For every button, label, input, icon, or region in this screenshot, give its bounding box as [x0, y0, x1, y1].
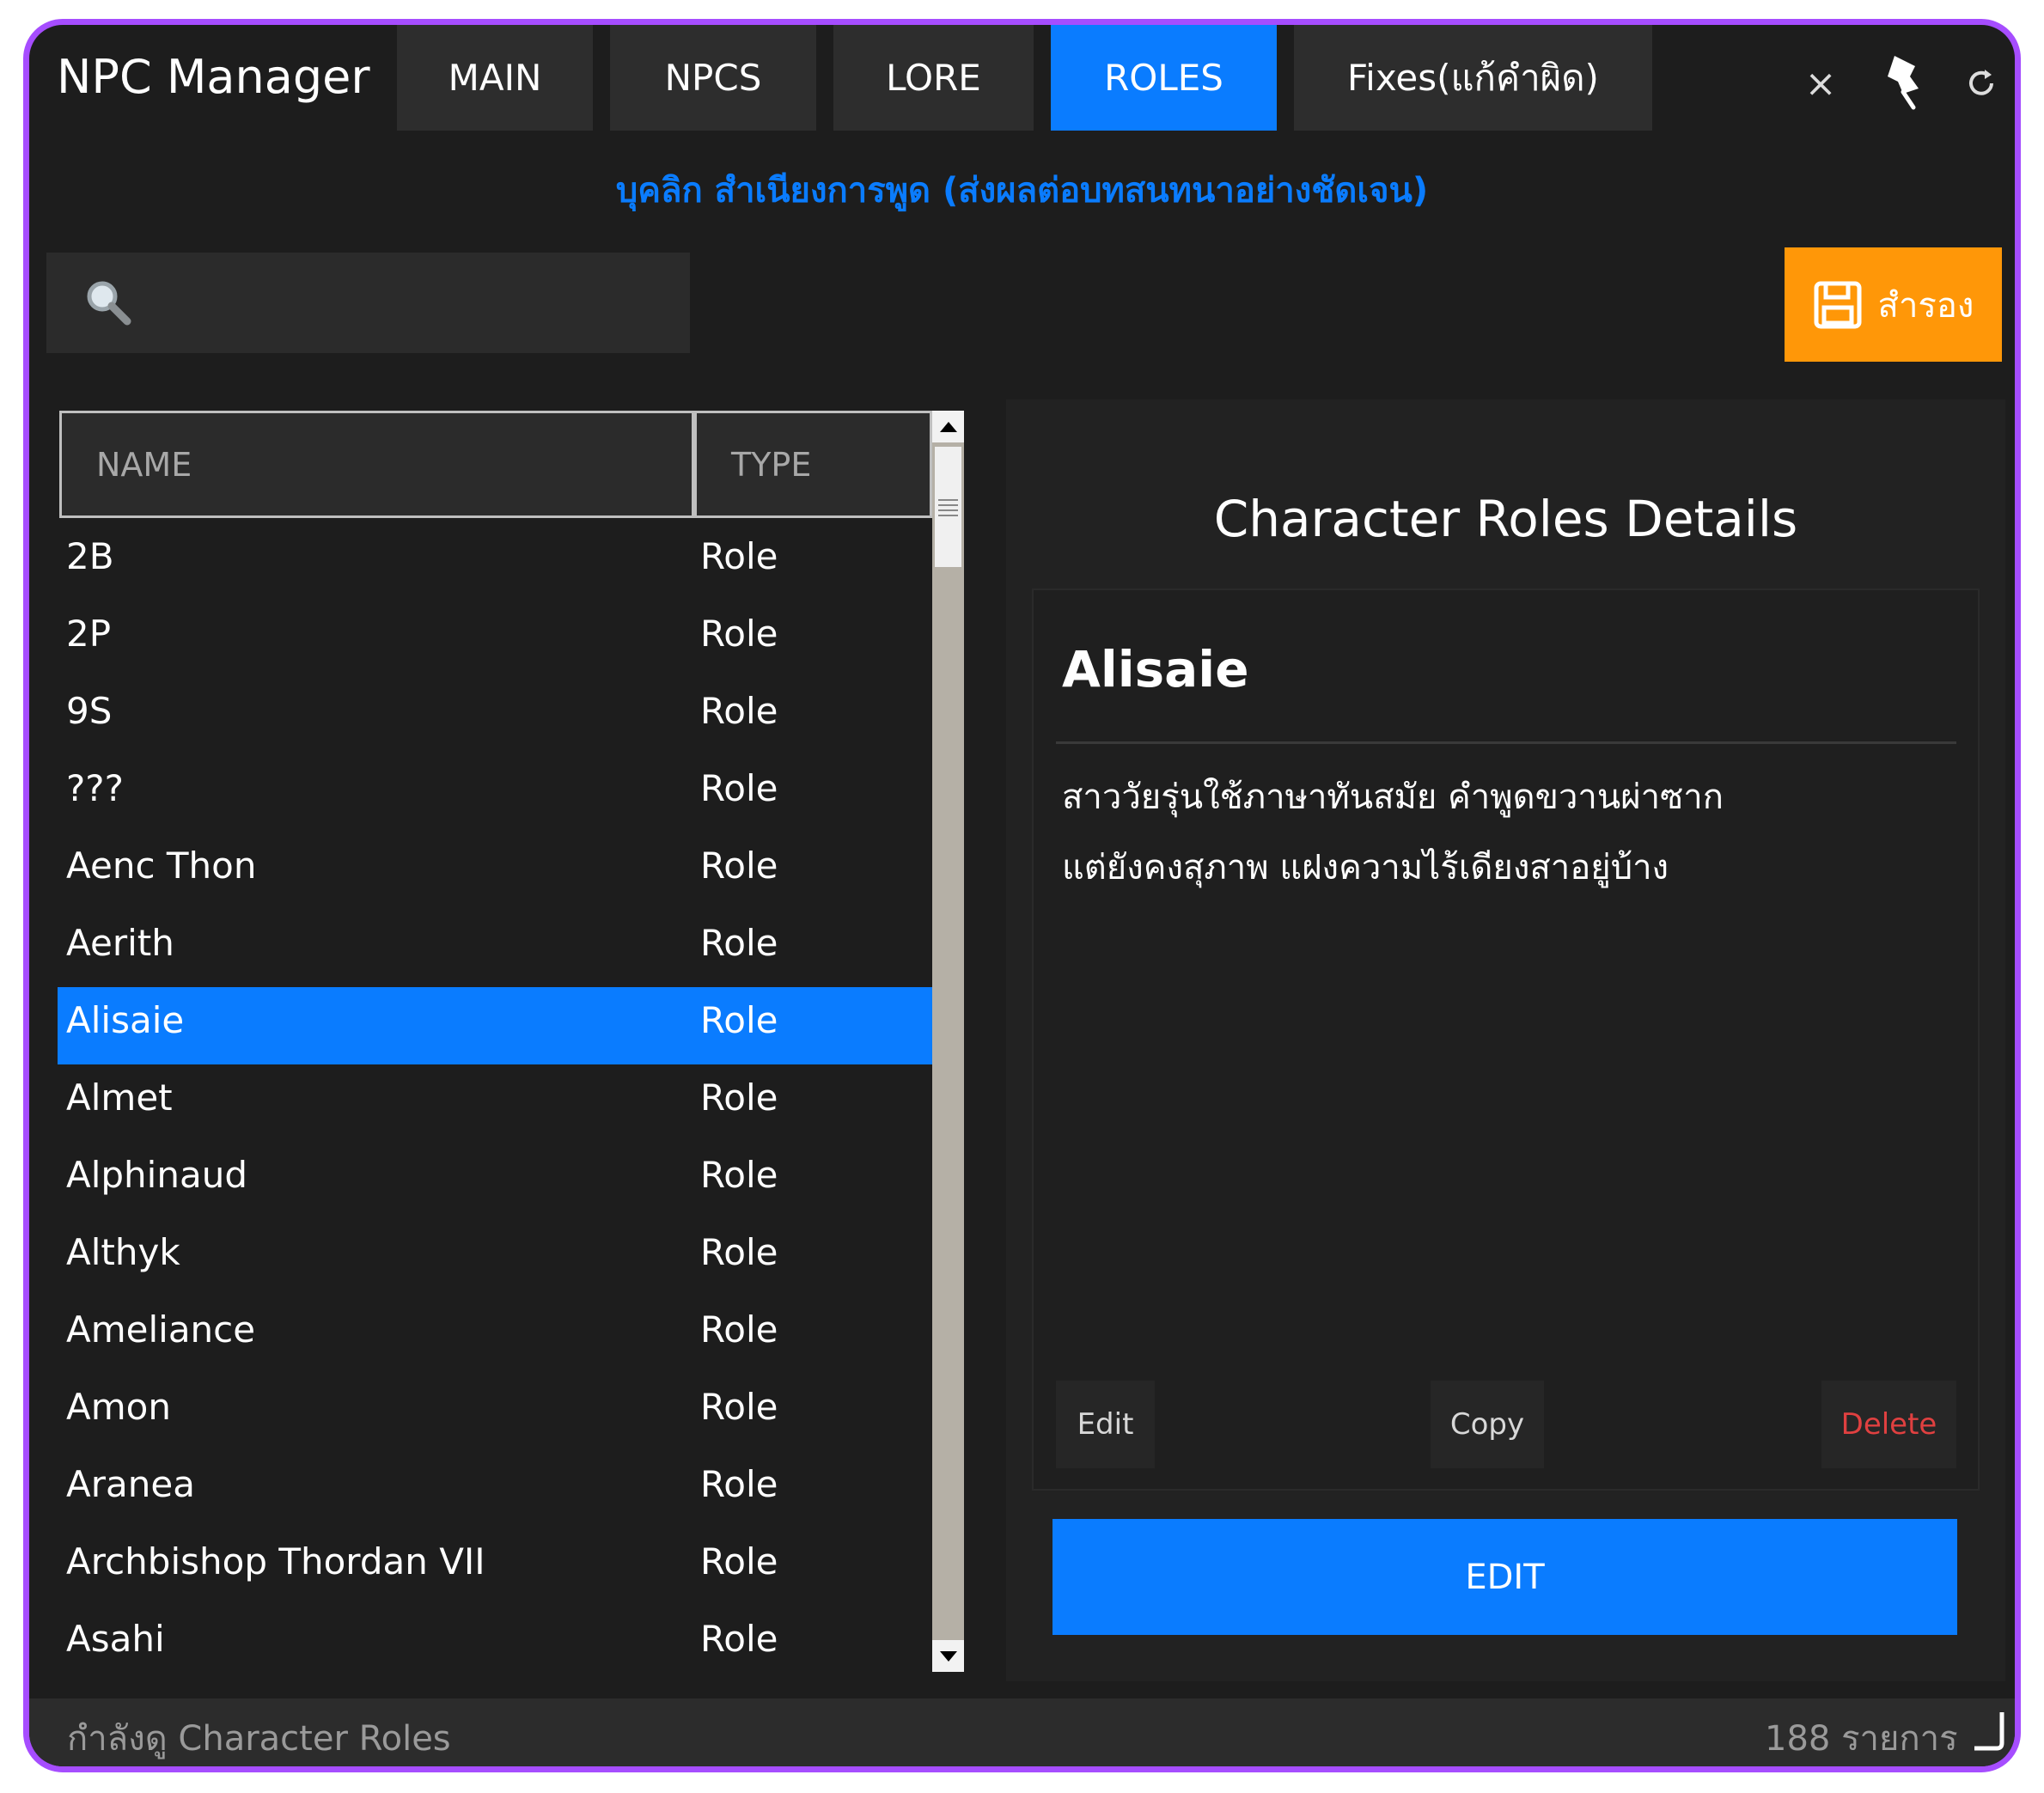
item-count: 188 รายการ — [1765, 1719, 1958, 1759]
row-type: Role — [700, 690, 778, 732]
row-name: Ameliance — [66, 1308, 256, 1351]
table-row[interactable]: ??? Role — [58, 755, 932, 832]
tab-main[interactable]: MAIN — [397, 25, 593, 131]
row-type: Role — [700, 845, 778, 887]
row-type: Role — [700, 1231, 778, 1273]
row-name: Alphinaud — [66, 1154, 247, 1196]
edit-button[interactable]: EDIT — [1053, 1519, 1957, 1635]
row-name: 2P — [66, 613, 112, 655]
row-type: Role — [700, 1308, 778, 1351]
table-row[interactable]: 2B Role — [58, 523, 932, 601]
table-row[interactable]: Aerith Role — [58, 910, 932, 987]
row-name: Aenc Thon — [66, 845, 257, 887]
details-title: Character Roles Details — [1213, 490, 1798, 548]
resize-grip-icon[interactable] — [1969, 1709, 2007, 1752]
refresh-button[interactable] — [1957, 59, 2005, 107]
table-row[interactable]: Ameliance Role — [58, 1296, 932, 1374]
row-type: Role — [700, 1618, 778, 1660]
row-name: Althyk — [66, 1231, 180, 1273]
card-edit-button[interactable]: Edit — [1056, 1381, 1155, 1468]
row-name: Amon — [66, 1386, 171, 1428]
table-row[interactable]: Aranea Role — [58, 1451, 932, 1528]
page-subtitle: บุคลิก สำเนียงการพูด (ส่งผลต่อบทสนทนาอย่… — [615, 171, 1429, 210]
search-icon — [87, 281, 131, 326]
column-header-type[interactable]: TYPE — [694, 411, 932, 518]
details-panel: Character Roles Details Alisaie สาววัยรุ… — [1006, 399, 2005, 1681]
table-row[interactable]: Almet Role — [58, 1064, 932, 1142]
row-type: Role — [700, 1386, 778, 1428]
table-row[interactable]: 9S Role — [58, 678, 932, 755]
save-icon — [1814, 281, 1862, 328]
tab-npcs[interactable]: NPCS — [610, 25, 816, 131]
scroll-thumb[interactable] — [935, 447, 961, 567]
status-text: กำลังดู Character Roles — [67, 1719, 451, 1759]
status-bar: กำลังดู Character Roles 188 รายการ — [29, 1698, 2015, 1766]
role-card: Alisaie สาววัยรุ่นใช้ภาษาทันสมัย คำพูดขว… — [1032, 589, 1980, 1491]
row-type: Role — [700, 613, 778, 655]
row-type: Role — [700, 999, 778, 1041]
role-description-line: สาววัยรุ่นใช้ภาษาทันสมัย คำพูดขวานผ่าซาก — [1062, 778, 1724, 817]
table-row[interactable]: Althyk Role — [58, 1219, 932, 1296]
row-type: Role — [700, 1463, 778, 1505]
grip-icon — [938, 499, 958, 516]
role-description-line: แต่ยังคงสุภาพ แฝงความไร้เดียงสาอยู่บ้าง — [1062, 848, 1669, 887]
row-type: Role — [700, 1076, 778, 1119]
row-name: Almet — [66, 1076, 173, 1119]
column-header-name[interactable]: NAME — [59, 411, 694, 518]
row-name: Asahi — [66, 1618, 165, 1660]
table-row[interactable]: Asahi Role — [58, 1606, 932, 1666]
table-row[interactable]: Archbishop Thordan VII Role — [58, 1528, 932, 1606]
tab-roles[interactable]: ROLES — [1051, 25, 1277, 131]
tab-fixes[interactable]: Fixes(แก้คำผิด) — [1294, 25, 1652, 131]
row-type: Role — [700, 1154, 778, 1196]
role-description: สาววัยรุ่นใช้ภาษาทันสมัย คำพูดขวานผ่าซาก… — [1062, 762, 1938, 903]
row-name: 2B — [66, 535, 114, 577]
row-type: Role — [700, 922, 778, 964]
row-name: 9S — [66, 690, 113, 732]
table-row[interactable]: Alphinaud Role — [58, 1142, 932, 1219]
scroll-up-button[interactable] — [932, 411, 964, 442]
roles-list: 2B Role 2P Role 9S Role ??? Role Aenc Thon Ro… — [58, 523, 932, 1666]
npc-manager-window: NPC Manager MAIN NPCS LORE ROLES Fixes(แ… — [23, 19, 2021, 1772]
list-scrollbar[interactable] — [932, 411, 964, 1672]
row-name: Archbishop Thordan VII — [66, 1540, 485, 1583]
backup-button[interactable]: สำรอง — [1785, 247, 2002, 362]
table-row-selected[interactable]: Alisaie Role — [58, 987, 932, 1064]
backup-button-label: สำรอง — [1877, 285, 1974, 326]
arrow-up-icon — [939, 421, 957, 432]
row-type: Role — [700, 535, 778, 577]
card-divider — [1056, 741, 1956, 744]
scroll-down-button[interactable] — [932, 1640, 964, 1672]
close-button[interactable]: × — [1795, 58, 1846, 109]
table-row[interactable]: 2P Role — [58, 601, 932, 678]
app-title: NPC Manager — [57, 50, 370, 104]
row-name: Alisaie — [66, 999, 185, 1041]
role-name: Alisaie — [1062, 640, 1249, 698]
row-name: ??? — [66, 767, 124, 809]
table-row[interactable]: Amon Role — [58, 1374, 932, 1451]
row-name: Aerith — [66, 922, 174, 964]
refresh-icon — [1969, 70, 1993, 95]
row-type: Role — [700, 1540, 778, 1583]
card-copy-button[interactable]: Copy — [1431, 1381, 1544, 1468]
row-type: Role — [700, 767, 778, 809]
pin-button[interactable] — [1874, 51, 1934, 111]
card-delete-button[interactable]: Delete — [1821, 1381, 1956, 1468]
arrow-down-icon — [939, 1650, 957, 1662]
tab-lore[interactable]: LORE — [833, 25, 1034, 131]
search-box[interactable] — [46, 253, 690, 353]
pin-icon — [1888, 56, 1919, 110]
search-input[interactable] — [141, 270, 665, 336]
table-row[interactable]: Aenc Thon Role — [58, 832, 932, 910]
row-name: Aranea — [66, 1463, 195, 1505]
